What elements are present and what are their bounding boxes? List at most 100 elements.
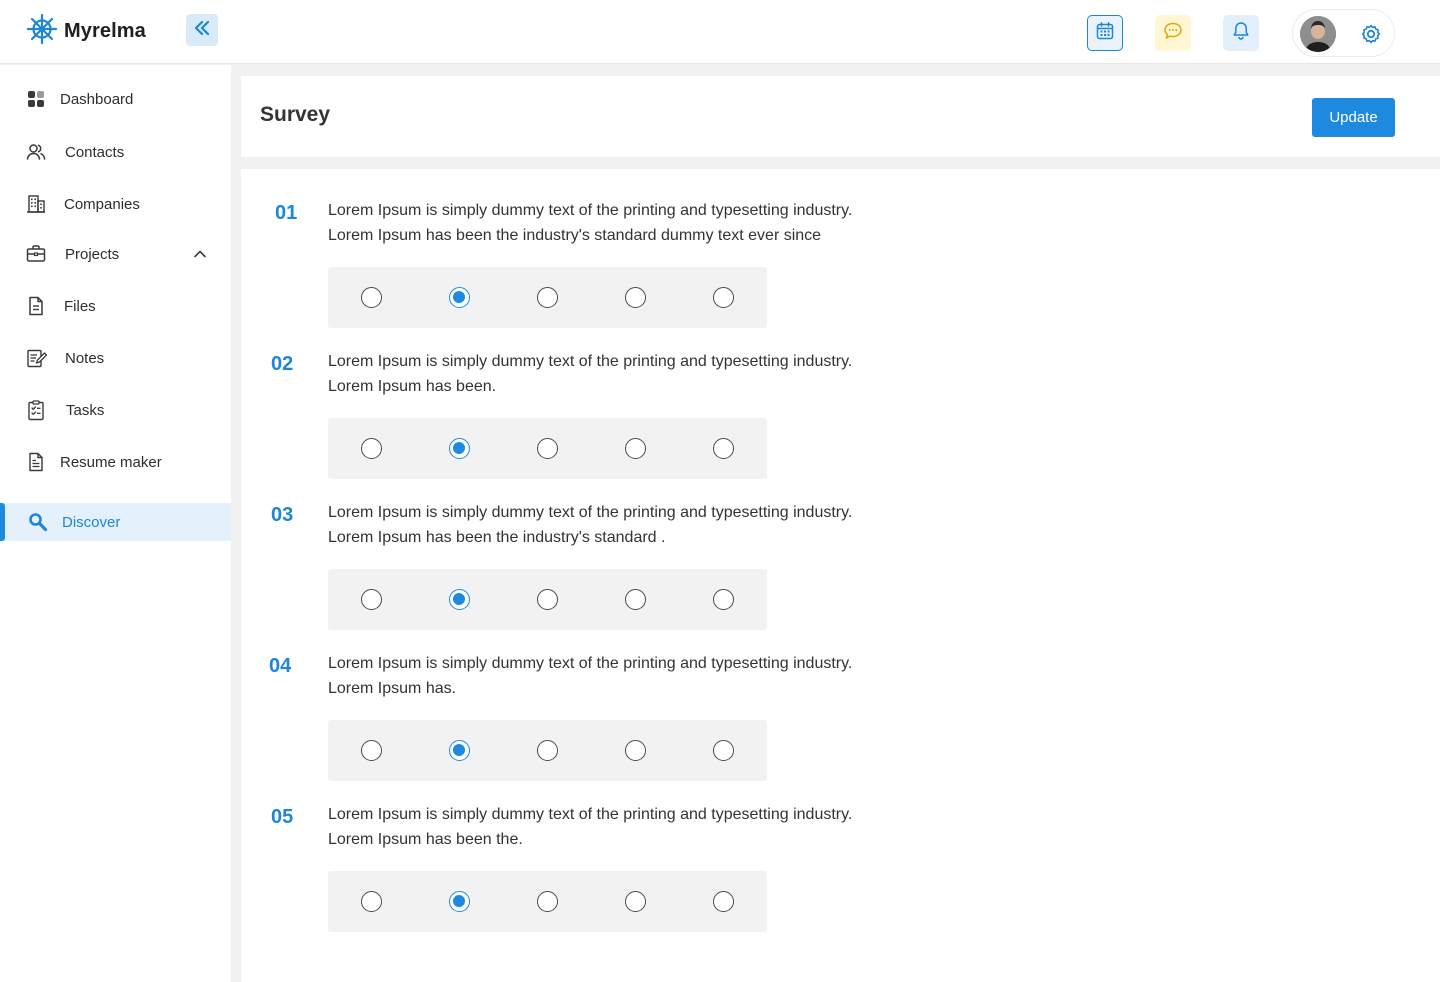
page-title: Survey: [260, 103, 331, 126]
rating-radio-5[interactable]: [713, 740, 734, 761]
rating-options: [328, 569, 767, 630]
messages-button[interactable]: [1155, 15, 1191, 51]
sidebar-item-label: Notes: [65, 349, 105, 367]
question-text-line-1: Lorem Ipsum is simply dummy text of the …: [328, 202, 853, 219]
rating-radio-2[interactable]: [449, 589, 470, 610]
sidebar-item-label: Resume maker: [60, 453, 162, 471]
sidebar-item-label: Discover: [62, 513, 121, 531]
rating-radio-1[interactable]: [361, 438, 382, 459]
rating-radio-3[interactable]: [537, 740, 558, 761]
survey-panel: 01 Lorem Ipsum is simply dummy text of th…: [241, 169, 1440, 982]
survey-question: 05 Lorem Ipsum is simply dummy text of th…: [241, 773, 1440, 932]
question-text-line-2: Lorem Ipsum has been the industry's stan…: [328, 227, 822, 244]
question-text: Lorem Ipsum is simply dummy text of the …: [328, 802, 988, 852]
companies-icon: [25, 193, 47, 215]
sidebar-item-projects[interactable]: Projects: [0, 235, 231, 273]
top-bar: Myrelma: [0, 0, 1440, 64]
notifications-button[interactable]: [1223, 15, 1259, 51]
app-name: Myrelma: [64, 20, 146, 42]
rating-radio-4[interactable]: [625, 740, 646, 761]
question-text-line-2: Lorem Ipsum has been the industry's stan…: [328, 529, 666, 546]
sidebar-item-tasks[interactable]: Tasks: [0, 391, 231, 429]
question-text: Lorem Ipsum is simply dummy text of the …: [328, 198, 988, 248]
chevron-up-icon[interactable]: [192, 246, 208, 262]
sidebar-item-label: Files: [64, 297, 96, 315]
question-text-line-2: Lorem Ipsum has been the.: [328, 831, 523, 848]
sidebar-item-notes[interactable]: Notes: [0, 339, 231, 377]
tasks-icon: [25, 399, 47, 421]
sidebar-item-files[interactable]: Files: [0, 287, 231, 325]
rating-options: [328, 871, 767, 932]
question-text-line-2: Lorem Ipsum has been.: [328, 378, 497, 395]
rating-radio-4[interactable]: [625, 438, 646, 459]
survey-question: 02 Lorem Ipsum is simply dummy text of th…: [241, 320, 1440, 479]
rating-options: [328, 418, 767, 479]
survey-question: 03 Lorem Ipsum is simply dummy text of th…: [241, 471, 1440, 630]
sidebar-item-resume-maker[interactable]: Resume maker: [0, 443, 231, 481]
question-text-line-1: Lorem Ipsum is simply dummy text of the …: [328, 806, 853, 823]
rating-radio-1[interactable]: [361, 740, 382, 761]
settings-button[interactable]: [1359, 22, 1383, 46]
resume-icon: [25, 451, 47, 473]
rating-radio-2[interactable]: [449, 438, 470, 459]
rating-radio-1[interactable]: [361, 589, 382, 610]
sidebar-item-companies[interactable]: Companies: [0, 185, 231, 223]
survey-question: 04 Lorem Ipsum is simply dummy text of th…: [241, 622, 1440, 781]
sidebar: Dashboard Contacts Companies Projects Fi…: [0, 65, 231, 982]
question-text: Lorem Ipsum is simply dummy text of the …: [328, 651, 988, 701]
question-number: 02: [271, 353, 294, 375]
rating-radio-3[interactable]: [537, 287, 558, 308]
rating-radio-4[interactable]: [625, 589, 646, 610]
file-icon: [25, 295, 47, 317]
rating-radio-5[interactable]: [713, 891, 734, 912]
rating-radio-2[interactable]: [449, 891, 470, 912]
rating-radio-4[interactable]: [625, 287, 646, 308]
page-header: Survey Update: [241, 76, 1440, 157]
sidebar-item-discover[interactable]: Discover: [0, 503, 231, 541]
bell-icon: [1230, 20, 1252, 47]
question-text-line-2: Lorem Ipsum has.: [328, 680, 457, 697]
rating-radio-1[interactable]: [361, 891, 382, 912]
gear-icon: [1359, 24, 1383, 50]
avatar[interactable]: [1300, 16, 1336, 52]
contacts-icon: [25, 141, 47, 163]
dashboard-icon: [25, 88, 47, 110]
notes-icon: [25, 347, 47, 369]
chat-bubble-icon: [1162, 20, 1184, 47]
sidebar-item-contacts[interactable]: Contacts: [0, 133, 231, 171]
rating-radio-5[interactable]: [713, 589, 734, 610]
rating-radio-3[interactable]: [537, 589, 558, 610]
rating-radio-5[interactable]: [713, 438, 734, 459]
rating-radio-5[interactable]: [713, 287, 734, 308]
discover-search-icon: [27, 511, 49, 533]
briefcase-icon: [25, 243, 47, 265]
sidebar-item-label: Dashboard: [60, 90, 134, 108]
rating-radio-4[interactable]: [625, 891, 646, 912]
update-button[interactable]: Update: [1312, 98, 1395, 137]
question-text-line-1: Lorem Ipsum is simply dummy text of the …: [328, 655, 853, 672]
rating-radio-2[interactable]: [449, 287, 470, 308]
sidebar-item-label: Companies: [64, 195, 140, 213]
rating-radio-3[interactable]: [537, 438, 558, 459]
rating-options: [328, 720, 767, 781]
rating-options: [328, 267, 767, 328]
question-text: Lorem Ipsum is simply dummy text of the …: [328, 500, 988, 550]
question-number: 03: [271, 504, 294, 526]
sidebar-item-dashboard[interactable]: Dashboard: [0, 80, 231, 118]
question-number: 01: [275, 202, 298, 224]
logo[interactable]: Myrelma: [26, 13, 146, 50]
question-text-line-1: Lorem Ipsum is simply dummy text of the …: [328, 504, 853, 521]
survey-question: 01 Lorem Ipsum is simply dummy text of th…: [241, 169, 1440, 328]
calendar-icon: [1095, 21, 1115, 46]
rating-radio-3[interactable]: [537, 891, 558, 912]
question-text-line-1: Lorem Ipsum is simply dummy text of the …: [328, 353, 853, 370]
collapse-sidebar-button[interactable]: [186, 14, 218, 46]
double-chevron-left-icon: [193, 19, 211, 42]
question-number: 04: [269, 655, 292, 677]
sidebar-item-label: Projects: [65, 245, 120, 263]
rating-radio-2[interactable]: [449, 740, 470, 761]
ship-wheel-icon: [26, 13, 58, 50]
calendar-button[interactable]: [1087, 15, 1123, 51]
rating-radio-1[interactable]: [361, 287, 382, 308]
sidebar-item-label: Tasks: [66, 401, 105, 419]
